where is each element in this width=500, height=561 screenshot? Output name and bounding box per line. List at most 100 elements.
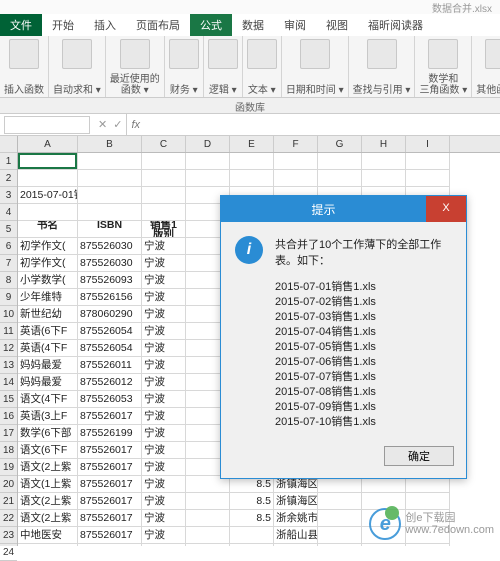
tab-插入[interactable]: 插入: [84, 14, 126, 36]
column-header[interactable]: A: [18, 136, 78, 152]
cell[interactable]: 数学(6下部: [18, 425, 78, 442]
cell[interactable]: 875526054: [78, 340, 142, 357]
cell[interactable]: 宁波: [142, 238, 186, 255]
cell[interactable]: 875526030: [78, 238, 142, 255]
dialog-titlebar[interactable]: 提示 X: [221, 196, 466, 222]
cell[interactable]: [406, 170, 450, 187]
row-header[interactable]: 17: [0, 425, 17, 442]
row-header[interactable]: 2: [0, 170, 17, 187]
fx-icon[interactable]: fx: [127, 119, 144, 131]
row-header[interactable]: 18: [0, 442, 17, 459]
cell[interactable]: [186, 153, 230, 170]
cell[interactable]: [18, 153, 78, 170]
cell[interactable]: 875526054: [78, 323, 142, 340]
tab-页面布局[interactable]: 页面布局: [126, 14, 190, 36]
cell[interactable]: 8.5: [230, 510, 274, 527]
cell[interactable]: [78, 170, 142, 187]
ribbon-button-label[interactable]: 插入函数: [4, 85, 44, 96]
ribbon-button-icon[interactable]: [62, 39, 92, 69]
row-header[interactable]: 4: [0, 204, 17, 221]
cell[interactable]: 875526199: [78, 425, 142, 442]
cell[interactable]: [362, 153, 406, 170]
column-header[interactable]: C: [142, 136, 186, 152]
formula-input[interactable]: [144, 116, 500, 134]
tab-文件[interactable]: 文件: [0, 14, 42, 36]
cell[interactable]: 875526011: [78, 357, 142, 374]
cell[interactable]: 875526017: [78, 408, 142, 425]
cell[interactable]: 875526017: [78, 476, 142, 493]
cell[interactable]: [406, 153, 450, 170]
tab-审阅[interactable]: 审阅: [274, 14, 316, 36]
cell[interactable]: 宁波: [142, 459, 186, 476]
select-all-corner[interactable]: [0, 136, 17, 153]
cell[interactable]: [142, 170, 186, 187]
row-header[interactable]: 7: [0, 255, 17, 272]
row-header[interactable]: 12: [0, 340, 17, 357]
cell[interactable]: 875526093: [78, 272, 142, 289]
cell[interactable]: 875526017: [78, 493, 142, 510]
ribbon-button-label[interactable]: 逻辑 ▾: [209, 85, 237, 96]
cell[interactable]: 语文(2上紫: [18, 493, 78, 510]
ribbon-button-icon[interactable]: [247, 39, 277, 69]
cell[interactable]: 英语(6下F: [18, 323, 78, 340]
cell[interactable]: [230, 170, 274, 187]
cell[interactable]: 小学数学(: [18, 272, 78, 289]
cell[interactable]: 宁波: [142, 510, 186, 527]
cell[interactable]: 宁波: [142, 442, 186, 459]
cell[interactable]: [142, 204, 186, 221]
ok-button[interactable]: 确定: [384, 446, 454, 466]
cell[interactable]: 875526017: [78, 459, 142, 476]
row-header[interactable]: 1: [0, 153, 17, 170]
name-box[interactable]: [4, 116, 90, 134]
cell[interactable]: 语文(2上紫: [18, 459, 78, 476]
ribbon-button-icon[interactable]: [300, 39, 330, 69]
column-header[interactable]: D: [186, 136, 230, 152]
cell[interactable]: 宁波: [142, 255, 186, 272]
cell[interactable]: [318, 527, 362, 544]
ribbon-button-icon[interactable]: [428, 39, 458, 69]
row-header[interactable]: 9: [0, 289, 17, 306]
cell[interactable]: 宁波: [142, 391, 186, 408]
cell[interactable]: [318, 493, 362, 510]
cell[interactable]: [318, 153, 362, 170]
cell[interactable]: 语文(6下F: [18, 442, 78, 459]
column-header[interactable]: G: [318, 136, 362, 152]
cell[interactable]: 875526017: [78, 527, 142, 544]
cell[interactable]: [78, 187, 142, 204]
cell[interactable]: 875526053: [78, 391, 142, 408]
row-header[interactable]: 5: [0, 221, 17, 238]
ribbon-button-icon[interactable]: [208, 39, 238, 69]
row-header[interactable]: 8: [0, 272, 17, 289]
row-header[interactable]: 21: [0, 493, 17, 510]
cell[interactable]: 875526030: [78, 255, 142, 272]
ribbon-button-label[interactable]: 其他函数 ▾: [476, 85, 500, 96]
cell[interactable]: 英语(4下F: [18, 340, 78, 357]
cell[interactable]: 宁波: [142, 527, 186, 544]
cell[interactable]: [186, 527, 230, 544]
cell[interactable]: 875526012: [78, 374, 142, 391]
column-header[interactable]: H: [362, 136, 406, 152]
cell[interactable]: 宁波: [142, 425, 186, 442]
confirm-icon[interactable]: ✓: [113, 118, 122, 131]
cell[interactable]: [318, 170, 362, 187]
column-header[interactable]: E: [230, 136, 274, 152]
ribbon-button-label[interactable]: 最近使用的 函数 ▾: [110, 74, 160, 96]
ribbon-button-icon[interactable]: [169, 39, 199, 69]
tab-数据[interactable]: 数据: [232, 14, 274, 36]
cell[interactable]: 中地医安: [18, 527, 78, 544]
row-header[interactable]: 3: [0, 187, 17, 204]
cell[interactable]: 宁波: [142, 289, 186, 306]
cell[interactable]: [274, 153, 318, 170]
row-header[interactable]: 22: [0, 510, 17, 527]
cell[interactable]: [186, 510, 230, 527]
cell[interactable]: 875526156: [78, 289, 142, 306]
cell[interactable]: [186, 170, 230, 187]
tab-开始[interactable]: 开始: [42, 14, 84, 36]
ribbon-button-icon[interactable]: [120, 39, 150, 69]
cell[interactable]: [362, 170, 406, 187]
cell[interactable]: [186, 493, 230, 510]
ribbon-button-label[interactable]: 查找与引用 ▾: [353, 85, 411, 96]
cell[interactable]: 妈妈最爱: [18, 374, 78, 391]
cell[interactable]: ISBN: [78, 221, 142, 238]
row-header[interactable]: 13: [0, 357, 17, 374]
